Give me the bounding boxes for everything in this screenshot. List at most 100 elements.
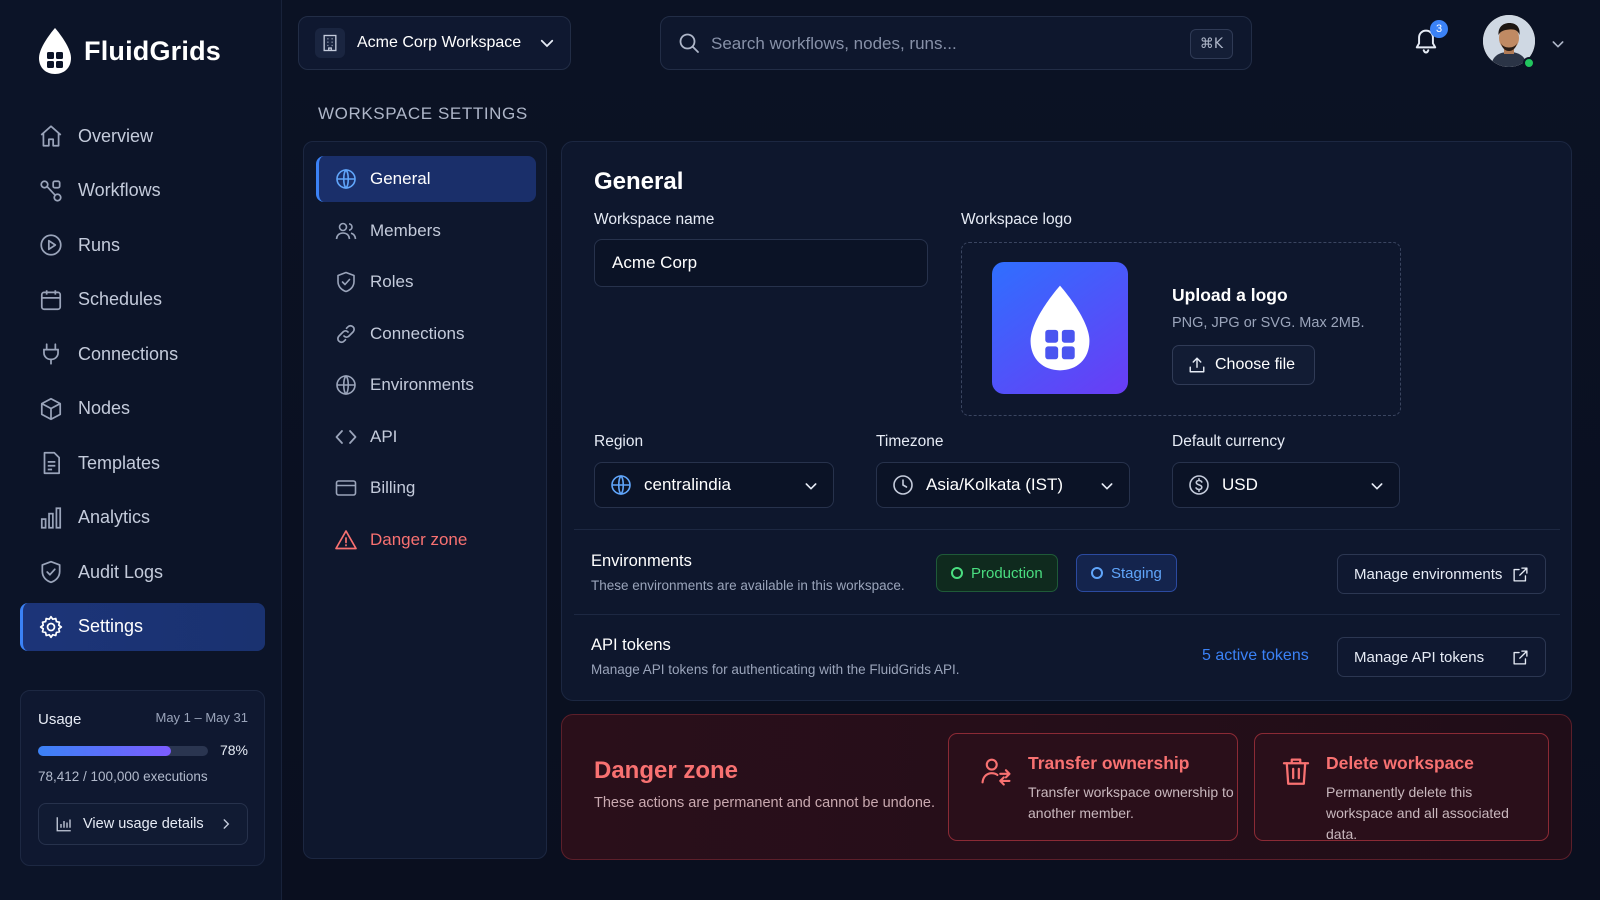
sidebar-item-label: Analytics [78, 507, 151, 527]
building-icon [315, 28, 345, 58]
brand[interactable]: FluidGrids [36, 26, 221, 76]
sidebar-item-schedules[interactable]: Schedules [20, 276, 265, 324]
upload-logo-title: Upload a logo [1172, 285, 1288, 305]
settings-nav: General Members Roles Connections Enviro… [303, 141, 547, 859]
usage-percent: 78% [219, 742, 248, 758]
brand-name: FluidGrids [84, 35, 221, 66]
sidebar-item-nodes[interactable]: Nodes [20, 385, 265, 433]
sidebar-item-label: Schedules [78, 289, 163, 309]
sidebar-item-label: Templates [78, 452, 161, 473]
currency-select[interactable]: USD [1172, 462, 1400, 508]
external-link-icon [1512, 566, 1529, 583]
danger-zone-description: These actions are permanent and cannot b… [594, 795, 935, 811]
active-tokens-link[interactable]: 5 active tokens [1202, 647, 1309, 665]
manage-environments-button[interactable]: Manage environments [1337, 554, 1546, 594]
chevron-down-icon [1369, 478, 1385, 494]
workspace-name-input[interactable] [594, 239, 928, 287]
workspace-logo-preview [992, 262, 1128, 394]
currency-label: Default currency [1172, 433, 1285, 450]
view-usage-details-button[interactable]: View usage details [38, 803, 248, 845]
sidebar-item-label: Nodes [78, 398, 131, 418]
transfer-ownership-button[interactable]: Transfer ownership Transfer workspace ow… [948, 733, 1238, 841]
workflow-icon [38, 178, 64, 204]
sidebar-nav: Overview Workflows Runs Schedules Connec… [20, 112, 265, 657]
sidebar-item-runs[interactable]: Runs [20, 221, 265, 269]
sidebar-item-audit-logs[interactable]: Audit Logs [20, 548, 265, 596]
settings-tab-billing[interactable]: Billing [316, 465, 536, 511]
fluidgrids-logo-icon [1030, 285, 1090, 371]
shield-check-icon [38, 559, 64, 585]
template-icon [38, 450, 64, 476]
settings-tab-api[interactable]: API [316, 414, 536, 460]
sidebar-item-connections[interactable]: Connections [20, 330, 265, 378]
region-value: centralindia [644, 475, 731, 494]
workspace-name-label: Workspace name [594, 211, 715, 228]
settings-tab-label: Danger zone [370, 529, 468, 549]
environment-badge-production[interactable]: Production [936, 554, 1058, 592]
sidebar-item-overview[interactable]: Overview [20, 112, 265, 160]
sidebar-item-templates[interactable]: Templates [20, 439, 265, 487]
usage-card: Usage May 1 – May 31 78% 78,412 / 100,00… [20, 690, 265, 866]
sidebar-item-label: Settings [78, 616, 144, 636]
api-tokens-title: API tokens [591, 636, 671, 654]
sidebar-item-workflows[interactable]: Workflows [20, 167, 265, 215]
logo-upload-dropzone[interactable]: Upload a logo PNG, JPG or SVG. Max 2MB. … [961, 242, 1401, 416]
warning-icon [334, 528, 358, 552]
api-tokens-description: Manage API tokens for authenticating wit… [591, 662, 960, 677]
transfer-ownership-title: Transfer ownership [1028, 753, 1190, 773]
currency-value: USD [1222, 475, 1258, 494]
upload-icon [1188, 356, 1206, 374]
global-search[interactable]: ⌘K [660, 16, 1252, 70]
choose-file-button[interactable]: Choose file [1172, 345, 1315, 385]
timezone-select[interactable]: Asia/Kolkata (IST) [876, 462, 1130, 508]
home-icon [38, 123, 64, 149]
search-shortcut-badge: ⌘K [1189, 29, 1233, 59]
sidebar: FluidGrids Overview Workflows Runs Sched… [0, 0, 282, 900]
settings-tab-connections[interactable]: Connections [316, 311, 536, 357]
settings-tab-label: Billing [370, 478, 416, 497]
globe-icon [334, 167, 358, 191]
environments-description: These environments are available in this… [591, 578, 905, 593]
timezone-value: Asia/Kolkata (IST) [926, 475, 1063, 494]
page-section-heading: WORKSPACE SETTINGS [318, 104, 528, 123]
settings-tab-general[interactable]: General [316, 156, 536, 202]
environment-badge-staging[interactable]: Staging [1076, 554, 1177, 592]
settings-tab-members[interactable]: Members [316, 208, 536, 254]
external-link-icon [1512, 649, 1529, 666]
bar-chart-icon [55, 815, 73, 833]
online-status-dot [1523, 57, 1535, 69]
card-icon [334, 476, 358, 500]
settings-tab-label: Roles [370, 272, 414, 291]
workspace-switcher[interactable]: Acme Corp Workspace [298, 16, 571, 70]
chevron-down-icon [803, 478, 819, 494]
sidebar-item-analytics[interactable]: Analytics [20, 494, 265, 542]
shield-icon [334, 270, 358, 294]
settings-tab-roles[interactable]: Roles [316, 259, 536, 305]
settings-tab-label: General [370, 169, 431, 188]
region-label: Region [594, 433, 644, 450]
user-transfer-icon [979, 754, 1013, 788]
settings-tab-danger-zone[interactable]: Danger zone [316, 517, 536, 563]
delete-workspace-button[interactable]: Delete workspace Permanently delete this… [1254, 733, 1549, 842]
transfer-ownership-description: Transfer workspace ownership to another … [1028, 784, 1234, 821]
sidebar-item-label: Overview [78, 125, 154, 146]
settings-tab-environments[interactable]: Environments [316, 362, 536, 408]
status-dot [1091, 567, 1103, 579]
settings-tab-label: Environments [370, 375, 474, 394]
section-divider [574, 614, 1560, 615]
chevron-down-icon[interactable] [1550, 36, 1566, 52]
region-select[interactable]: centralindia [594, 462, 834, 508]
sidebar-item-label: Connections [78, 343, 179, 364]
manage-api-tokens-button[interactable]: Manage API tokens [1337, 637, 1546, 677]
usage-count: 78,412 / 100,000 executions [38, 769, 208, 784]
code-icon [334, 425, 358, 449]
sidebar-item-settings[interactable]: Settings [20, 602, 265, 651]
chevron-right-icon [219, 817, 233, 831]
delete-workspace-description: Permanently delete this workspace and al… [1326, 784, 1509, 842]
danger-zone-title: Danger zone [594, 757, 739, 784]
workspace-logo-label: Workspace logo [961, 211, 1072, 228]
fluidgrids-logo-icon [36, 26, 74, 76]
search-input[interactable] [711, 27, 1131, 61]
sidebar-item-label: Runs [78, 234, 121, 255]
globe-icon [609, 473, 633, 497]
